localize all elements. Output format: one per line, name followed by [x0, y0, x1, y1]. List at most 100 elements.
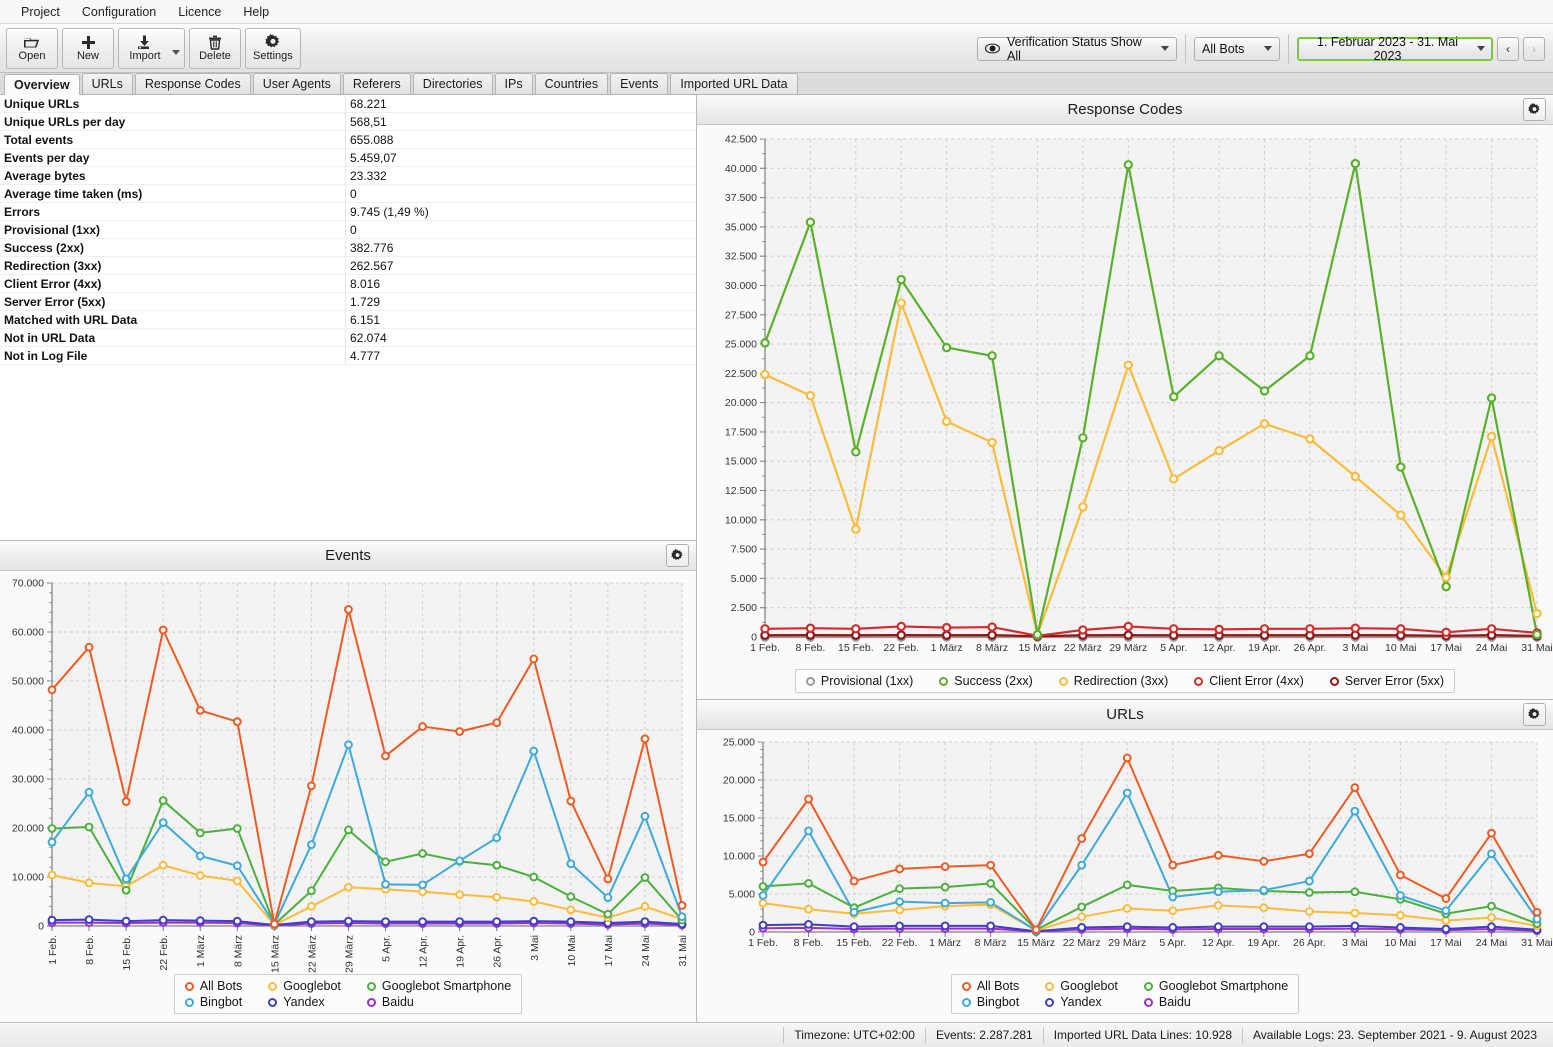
legend-marker-icon [1058, 676, 1068, 686]
svg-text:30.000: 30.000 [12, 774, 44, 786]
svg-text:1 Feb.: 1 Feb. [748, 937, 778, 949]
stats-row: Client Error (4xx) 8.016 [0, 274, 696, 293]
tab-user-agents[interactable]: User Agents [252, 73, 341, 94]
stats-row: Not in URL Data 62.074 [0, 328, 696, 347]
menu-item-project[interactable]: Project [10, 2, 71, 22]
verification-status-select[interactable]: Verification Status Show All [977, 35, 1177, 63]
legend-item[interactable]: Googlebot [1045, 979, 1118, 993]
legend-item[interactable]: Server Error (5xx) [1329, 674, 1444, 688]
svg-text:30.000: 30.000 [725, 280, 757, 292]
legend-item[interactable]: Client Error (4xx) [1194, 674, 1304, 688]
legend-label: All Bots [976, 979, 1020, 993]
legend-item[interactable]: Baidu [1143, 995, 1288, 1009]
stats-row: Errors 9.745 (1,49 %) [0, 202, 696, 221]
svg-text:15 Feb.: 15 Feb. [838, 642, 874, 654]
svg-text:10 Mai: 10 Mai [1385, 937, 1417, 949]
legend-item[interactable]: Redirection (3xx) [1058, 674, 1169, 688]
tab-imported-url-data[interactable]: Imported URL Data [670, 73, 798, 94]
legend-item[interactable]: Bingbot [961, 995, 1019, 1009]
legend-item[interactable]: Googlebot Smartphone [366, 979, 511, 993]
events-settings-button[interactable] [666, 544, 689, 567]
menu-item-help[interactable]: Help [232, 2, 280, 22]
response-codes-chart[interactable]: 0 2.500 5.000 7.500 10.000 12.500 15.000 17.500… [697, 125, 1553, 699]
import-button-group[interactable]: Import [118, 27, 185, 69]
menu-item-licence[interactable]: Licence [167, 2, 232, 22]
tab-overview[interactable]: Overview [4, 74, 80, 95]
menu-item-configuration[interactable]: Configuration [71, 2, 167, 22]
import-button-label: Import [129, 50, 161, 62]
events-chart[interactable]: 0 10.000 20.000 30.000 40.000 50.000 60.000 70.… [0, 571, 696, 1022]
events-panel-header: Events [0, 541, 696, 571]
plus-icon [81, 34, 96, 50]
svg-text:10.000: 10.000 [12, 872, 44, 884]
legend-marker-icon [1045, 981, 1055, 991]
legend-label: Googlebot Smartphone [1158, 979, 1289, 993]
legend-item[interactable]: Success (2xx) [939, 674, 1033, 688]
legend-item[interactable]: All Bots [961, 979, 1020, 993]
legend-item[interactable]: All Bots [184, 979, 243, 993]
import-dropdown-chevron-down-icon[interactable] [172, 49, 180, 55]
svg-text:8 März: 8 März [976, 642, 1008, 654]
stats-row: Events per day 5.459,07 [0, 148, 696, 167]
tab-events[interactable]: Events [610, 73, 669, 94]
prev-period-button[interactable]: ‹ [1497, 36, 1519, 61]
svg-text:12 Apr.: 12 Apr. [1203, 642, 1236, 654]
tab-urls[interactable]: URLs [81, 73, 133, 94]
urls-chart[interactable]: 0 5.000 10.000 15.000 20.000 25.000 1 Feb. 8 Fe… [697, 730, 1553, 1022]
svg-text:10.000: 10.000 [725, 514, 757, 526]
legend-item[interactable]: Baidu [366, 995, 511, 1009]
svg-text:10 Mai: 10 Mai [566, 935, 578, 967]
legend-item[interactable]: Yandex [268, 995, 341, 1009]
new-button[interactable]: New [62, 27, 114, 69]
svg-text:12.500: 12.500 [725, 485, 757, 497]
tab-directories[interactable]: Directories [412, 73, 493, 94]
next-period-button[interactable]: › [1523, 36, 1545, 61]
open-button[interactable]: Open [6, 27, 58, 69]
stats-row: Total events 655.088 [0, 130, 696, 149]
legend-label: All Bots [199, 979, 243, 993]
legend-label: Bingbot [199, 995, 243, 1009]
trash-icon [208, 34, 222, 50]
tab-response-codes[interactable]: Response Codes [134, 73, 251, 94]
legend-item[interactable]: Bingbot [184, 995, 243, 1009]
legend-item[interactable]: Googlebot Smartphone [1143, 979, 1289, 993]
tab-label: Response Codes [144, 77, 241, 91]
svg-text:12 Apr.: 12 Apr. [1202, 937, 1235, 949]
date-range-select[interactable]: 1. Februar 2023 - 31. Mai 2023 [1297, 35, 1493, 63]
legend-item[interactable]: Yandex [1045, 995, 1118, 1009]
stats-row-name: Provisional (1xx) [4, 222, 101, 237]
new-button-label: New [76, 50, 99, 62]
import-button[interactable]: Import [119, 28, 171, 69]
settings-button[interactable]: Settings [245, 27, 301, 69]
legend-item[interactable]: Provisional (1xx) [805, 674, 913, 688]
svg-text:17.500: 17.500 [725, 426, 757, 438]
tab-label: User Agents [262, 77, 331, 91]
tab-referers[interactable]: Referers [342, 73, 411, 94]
tab-countries[interactable]: Countries [534, 73, 609, 94]
urls-settings-button[interactable] [1523, 703, 1546, 726]
svg-text:0: 0 [38, 921, 44, 933]
legend-item[interactable]: Googlebot [268, 979, 341, 993]
svg-text:8 Feb.: 8 Feb. [796, 642, 826, 654]
legend-marker-icon [184, 997, 194, 1007]
svg-text:19 Apr.: 19 Apr. [1248, 642, 1281, 654]
stats-row-value: 6.151 [345, 310, 696, 329]
svg-text:22 März: 22 März [1064, 642, 1102, 654]
svg-text:31 Mai: 31 Mai [1521, 937, 1553, 949]
delete-button[interactable]: Delete [189, 27, 241, 69]
stats-row: Matched with URL Data 6.151 [0, 310, 696, 329]
response-codes-settings-button[interactable] [1523, 98, 1546, 121]
status-available-logs: Available Logs: 23. September 2021 - 9. … [1242, 1027, 1547, 1043]
stats-row: Average time taken (ms) 0 [0, 184, 696, 203]
bots-filter-select[interactable]: All Bots [1194, 36, 1280, 61]
stats-row-value: 655.088 [345, 130, 696, 149]
legend-label: Redirection (3xx) [1073, 674, 1169, 688]
svg-text:31 Mai: 31 Mai [1521, 642, 1553, 654]
stats-row-name: Client Error (4xx) [4, 276, 102, 291]
tab-ips[interactable]: IPs [494, 73, 533, 94]
svg-text:27.500: 27.500 [725, 309, 757, 321]
menu-bar: Project Configuration Licence Help [0, 0, 1553, 24]
svg-text:15 Feb.: 15 Feb. [836, 937, 872, 949]
svg-text:22 März: 22 März [1063, 937, 1101, 949]
main-content: Unique URLs 68.221 Unique URLs per day 568,… [0, 95, 1553, 1022]
